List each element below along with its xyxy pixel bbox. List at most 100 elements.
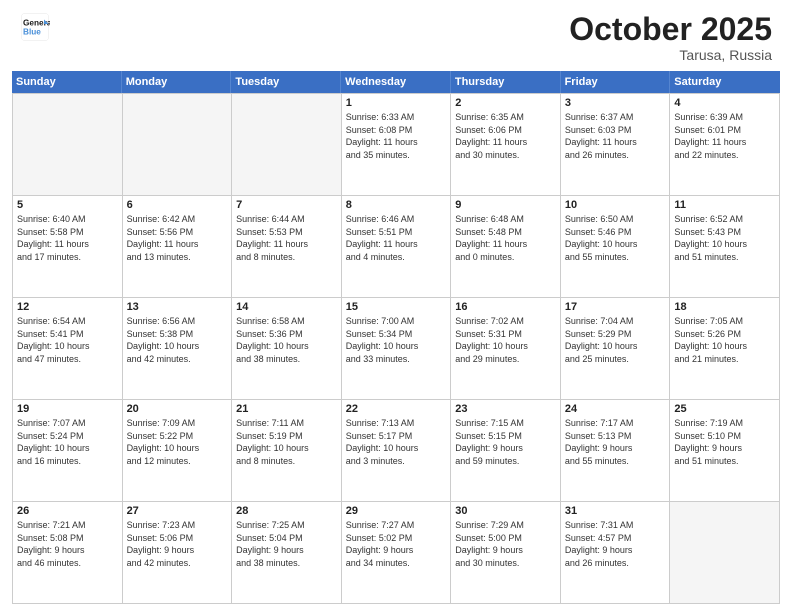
day-info: Sunrise: 7:31 AM Sunset: 4:57 PM Dayligh… — [565, 519, 666, 569]
day-number: 4 — [674, 97, 775, 109]
day-number: 21 — [236, 403, 337, 415]
day-info: Sunrise: 6:42 AM Sunset: 5:56 PM Dayligh… — [127, 213, 228, 263]
calendar-cell: 31Sunrise: 7:31 AM Sunset: 4:57 PM Dayli… — [561, 502, 671, 604]
day-info: Sunrise: 6:46 AM Sunset: 5:51 PM Dayligh… — [346, 213, 447, 263]
day-number: 16 — [455, 301, 556, 313]
calendar-cell: 14 Sunrise: 6:58 AM Sunset: 5:36 PM Dayli… — [232, 298, 342, 400]
calendar-cell — [13, 94, 123, 196]
calendar-cell: 30Sunrise: 7:29 AM Sunset: 5:00 PM Dayli… — [451, 502, 561, 604]
day-number: 27 — [127, 505, 228, 517]
day-number: 22 — [346, 403, 447, 415]
day-number: 6 — [127, 199, 228, 211]
day-number: 15 — [346, 301, 447, 313]
calendar-cell: 11 Sunrise: 6:52 AM Sunset: 5:43 PM Dayli… — [670, 196, 780, 298]
day-info: Sunrise: 6:39 AM Sunset: 6:01 PM Dayligh… — [674, 111, 775, 161]
day-number: 9 — [455, 199, 556, 211]
day-number: 29 — [346, 505, 447, 517]
day-info: Sunrise: 6:37 AM Sunset: 6:03 PM Dayligh… — [565, 111, 666, 161]
location: Tarusa, Russia — [569, 47, 772, 63]
day-info: Sunrise: 7:00 AM Sunset: 5:34 PM Dayligh… — [346, 315, 447, 365]
calendar-cell: 1 Sunrise: 6:33 AM Sunset: 6:08 PM Daylig… — [342, 94, 452, 196]
calendar-cell: 13 Sunrise: 6:56 AM Sunset: 5:38 PM Dayli… — [123, 298, 233, 400]
day-number: 14 — [236, 301, 337, 313]
calendar-cell: 15 Sunrise: 7:00 AM Sunset: 5:34 PM Dayli… — [342, 298, 452, 400]
page: General Blue October 2025 Tarusa, Russia… — [0, 0, 792, 612]
day-number: 2 — [455, 97, 556, 109]
day-info: Sunrise: 7:02 AM Sunset: 5:31 PM Dayligh… — [455, 315, 556, 365]
day-number: 28 — [236, 505, 337, 517]
day-number: 24 — [565, 403, 666, 415]
day-number: 20 — [127, 403, 228, 415]
day-info: Sunrise: 6:52 AM Sunset: 5:43 PM Dayligh… — [674, 213, 775, 263]
day-info: Sunrise: 7:13 AM Sunset: 5:17 PM Dayligh… — [346, 417, 447, 467]
calendar-cell: 2 Sunrise: 6:35 AM Sunset: 6:06 PM Daylig… — [451, 94, 561, 196]
day-info: Sunrise: 6:50 AM Sunset: 5:46 PM Dayligh… — [565, 213, 666, 263]
calendar-cell — [123, 94, 233, 196]
day-info: Sunrise: 7:07 AM Sunset: 5:24 PM Dayligh… — [17, 417, 118, 467]
calendar-cell: 17 Sunrise: 7:04 AM Sunset: 5:29 PM Dayli… — [561, 298, 671, 400]
day-info: Sunrise: 6:58 AM Sunset: 5:36 PM Dayligh… — [236, 315, 337, 365]
day-number: 30 — [455, 505, 556, 517]
day-info: Sunrise: 6:40 AM Sunset: 5:58 PM Dayligh… — [17, 213, 118, 263]
calendar-cell: 22 Sunrise: 7:13 AM Sunset: 5:17 PM Dayli… — [342, 400, 452, 502]
day-number: 25 — [674, 403, 775, 415]
weekday-header-thursday: Thursday — [451, 71, 561, 93]
calendar-header: SundayMondayTuesdayWednesdayThursdayFrid… — [12, 71, 780, 93]
calendar-cell: 25 Sunrise: 7:19 AM Sunset: 5:10 PM Dayli… — [670, 400, 780, 502]
day-info: Sunrise: 7:23 AM Sunset: 5:06 PM Dayligh… — [127, 519, 228, 569]
day-info: Sunrise: 7:21 AM Sunset: 5:08 PM Dayligh… — [17, 519, 118, 569]
day-number: 1 — [346, 97, 447, 109]
day-number: 5 — [17, 199, 118, 211]
day-number: 12 — [17, 301, 118, 313]
calendar-cell: 10 Sunrise: 6:50 AM Sunset: 5:46 PM Dayli… — [561, 196, 671, 298]
day-number: 26 — [17, 505, 118, 517]
calendar: SundayMondayTuesdayWednesdayThursdayFrid… — [12, 71, 780, 604]
calendar-cell: 12 Sunrise: 6:54 AM Sunset: 5:41 PM Dayli… — [13, 298, 123, 400]
logo: General Blue — [20, 12, 50, 42]
day-number: 7 — [236, 199, 337, 211]
calendar-cell: 4 Sunrise: 6:39 AM Sunset: 6:01 PM Daylig… — [670, 94, 780, 196]
day-info: Sunrise: 7:09 AM Sunset: 5:22 PM Dayligh… — [127, 417, 228, 467]
day-info: Sunrise: 6:56 AM Sunset: 5:38 PM Dayligh… — [127, 315, 228, 365]
day-info: Sunrise: 6:33 AM Sunset: 6:08 PM Dayligh… — [346, 111, 447, 161]
day-number: 18 — [674, 301, 775, 313]
calendar-body: 1 Sunrise: 6:33 AM Sunset: 6:08 PM Daylig… — [12, 93, 780, 604]
month-title: October 2025 — [569, 12, 772, 47]
calendar-cell: 16 Sunrise: 7:02 AM Sunset: 5:31 PM Dayli… — [451, 298, 561, 400]
day-number: 11 — [674, 199, 775, 211]
calendar-cell: 5 Sunrise: 6:40 AM Sunset: 5:58 PM Daylig… — [13, 196, 123, 298]
title-block: October 2025 Tarusa, Russia — [569, 12, 772, 63]
day-info: Sunrise: 7:25 AM Sunset: 5:04 PM Dayligh… — [236, 519, 337, 569]
calendar-cell: 26 Sunrise: 7:21 AM Sunset: 5:08 PM Dayli… — [13, 502, 123, 604]
day-number: 10 — [565, 199, 666, 211]
day-number: 23 — [455, 403, 556, 415]
calendar-cell: 8 Sunrise: 6:46 AM Sunset: 5:51 PM Daylig… — [342, 196, 452, 298]
calendar-cell: 3Sunrise: 6:37 AM Sunset: 6:03 PM Daylig… — [561, 94, 671, 196]
calendar-cell: 24Sunrise: 7:17 AM Sunset: 5:13 PM Dayli… — [561, 400, 671, 502]
day-info: Sunrise: 7:19 AM Sunset: 5:10 PM Dayligh… — [674, 417, 775, 467]
day-number: 13 — [127, 301, 228, 313]
calendar-cell: 7Sunrise: 6:44 AM Sunset: 5:53 PM Daylig… — [232, 196, 342, 298]
day-number: 17 — [565, 301, 666, 313]
weekday-header-friday: Friday — [561, 71, 671, 93]
calendar-cell: 27 Sunrise: 7:23 AM Sunset: 5:06 PM Dayli… — [123, 502, 233, 604]
day-number: 19 — [17, 403, 118, 415]
weekday-header-tuesday: Tuesday — [231, 71, 341, 93]
weekday-header-wednesday: Wednesday — [341, 71, 451, 93]
weekday-header-monday: Monday — [122, 71, 232, 93]
svg-text:Blue: Blue — [23, 28, 41, 37]
calendar-cell: 18Sunrise: 7:05 AM Sunset: 5:26 PM Dayli… — [670, 298, 780, 400]
day-info: Sunrise: 6:35 AM Sunset: 6:06 PM Dayligh… — [455, 111, 556, 161]
calendar-cell: 23Sunrise: 7:15 AM Sunset: 5:15 PM Dayli… — [451, 400, 561, 502]
weekday-header-saturday: Saturday — [670, 71, 780, 93]
day-number: 8 — [346, 199, 447, 211]
calendar-cell — [670, 502, 780, 604]
weekday-header-sunday: Sunday — [12, 71, 122, 93]
header: General Blue October 2025 Tarusa, Russia — [0, 0, 792, 71]
calendar-cell: 28 Sunrise: 7:25 AM Sunset: 5:04 PM Dayli… — [232, 502, 342, 604]
calendar-cell: 6 Sunrise: 6:42 AM Sunset: 5:56 PM Daylig… — [123, 196, 233, 298]
day-info: Sunrise: 6:54 AM Sunset: 5:41 PM Dayligh… — [17, 315, 118, 365]
calendar-cell: 21Sunrise: 7:11 AM Sunset: 5:19 PM Dayli… — [232, 400, 342, 502]
day-info: Sunrise: 7:04 AM Sunset: 5:29 PM Dayligh… — [565, 315, 666, 365]
calendar-cell: 29Sunrise: 7:27 AM Sunset: 5:02 PM Dayli… — [342, 502, 452, 604]
